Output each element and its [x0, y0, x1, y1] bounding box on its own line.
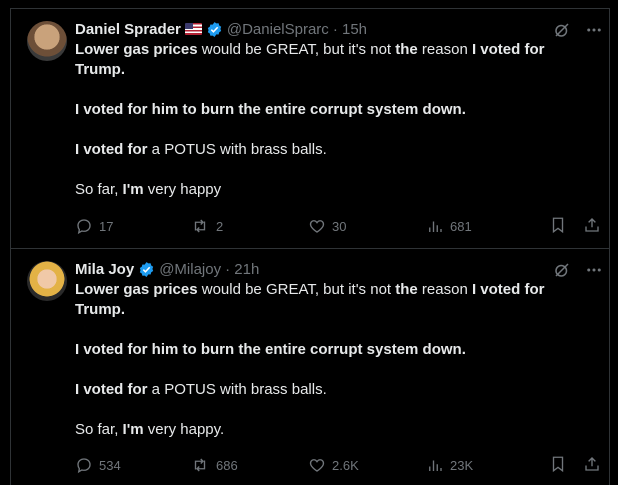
more-icon[interactable] [585, 261, 603, 279]
timeline: Daniel Sprader @DanielSprarc · 15h Lower… [10, 8, 610, 485]
author-name[interactable]: Mila Joy [75, 261, 134, 278]
views-icon [429, 460, 442, 471]
repost-button[interactable]: 2 [190, 217, 308, 235]
views-icon [429, 221, 442, 232]
author-name[interactable]: Daniel Sprader [75, 21, 181, 38]
action-bar: 534 686 2.6K 23K [75, 455, 601, 475]
post-text-line: So far, I'm very happy. [75, 420, 597, 440]
author-handle[interactable]: @Milajoy [159, 261, 221, 278]
post-text-line [75, 120, 597, 140]
like-count: 30 [332, 218, 347, 234]
repost-count: 686 [216, 457, 238, 473]
text-run: the [395, 281, 418, 298]
text-run: I'm [122, 421, 144, 438]
bookmark-icon[interactable] [549, 455, 567, 476]
share-icon[interactable] [583, 455, 601, 476]
like-icon [309, 459, 325, 472]
text-run: I voted for [75, 141, 148, 158]
post-time[interactable]: · 21h [225, 261, 259, 278]
text-run: I voted for [75, 381, 148, 398]
post-text-line [75, 80, 597, 100]
text-run: reason [417, 281, 472, 298]
post-text-line: Lower gas prices would be GREAT, but it'… [75, 280, 597, 320]
text-run: I voted for him to burn the entire corru… [75, 101, 466, 118]
repost-count: 2 [216, 218, 224, 234]
post-text-line: I voted for him to burn the entire corru… [75, 340, 597, 360]
text-run: Lower gas prices [75, 41, 198, 58]
post-text-line: Lower gas prices would be GREAT, but it'… [75, 40, 597, 80]
reply-button[interactable]: 534 [75, 456, 190, 474]
text-run: would be GREAT, but it's not [197, 281, 396, 298]
like-count: 2.6K [332, 457, 359, 473]
post-text-line: I voted for him to burn the entire corru… [75, 100, 597, 120]
avatar[interactable] [27, 261, 67, 301]
post-text-line: I voted for a POTUS with brass balls. [75, 140, 597, 160]
text-run: a POTUS with brass balls. [147, 381, 327, 398]
us-flag-icon [184, 23, 202, 35]
like-button[interactable]: 2.6K [308, 456, 426, 474]
reply-icon [77, 219, 91, 235]
grok-icon[interactable] [553, 21, 571, 39]
text-run: reason [417, 41, 472, 58]
post-header: Daniel Sprader @DanielSprarc · 15h [75, 19, 597, 39]
text-run: So far, [75, 421, 123, 438]
reply-button[interactable]: 17 [75, 217, 190, 235]
post-text: Lower gas prices would be GREAT, but it'… [75, 280, 597, 440]
like-icon [309, 220, 325, 233]
repost-button[interactable]: 686 [190, 456, 308, 474]
reply-icon [77, 458, 91, 474]
repost-icon [194, 458, 206, 472]
post-text: Lower gas prices would be GREAT, but it'… [75, 40, 597, 200]
views-button[interactable]: 23K [426, 456, 544, 474]
more-icon[interactable] [585, 21, 603, 39]
post-text-line [75, 400, 597, 420]
post-text-line [75, 320, 597, 340]
text-run: Lower gas prices [75, 281, 198, 298]
reply-count: 17 [99, 218, 114, 234]
text-run: I voted for him to burn the entire corru… [75, 341, 466, 358]
text-run: I'm [122, 181, 144, 198]
post[interactable]: Mila Joy @Milajoy · 21h Lower gas prices… [11, 249, 609, 485]
views-count: 23K [450, 457, 474, 473]
share-icon[interactable] [583, 216, 601, 237]
post-header: Mila Joy @Milajoy · 21h [75, 259, 597, 279]
post-text-line: So far, I'm very happy [75, 180, 597, 200]
action-bar: 17 2 30 681 [75, 216, 601, 236]
text-run: So far, [75, 181, 123, 198]
author-handle[interactable]: @DanielSprarc [227, 21, 329, 38]
text-run: the [395, 41, 418, 58]
text-run: very happy. [143, 421, 225, 438]
reply-count: 534 [99, 457, 121, 473]
post-text-line: I voted for a POTUS with brass balls. [75, 380, 597, 400]
text-run: very happy [143, 181, 222, 198]
post-text-line [75, 360, 597, 380]
avatar[interactable] [27, 21, 67, 61]
grok-icon[interactable] [553, 261, 571, 279]
post[interactable]: Daniel Sprader @DanielSprarc · 15h Lower… [11, 9, 609, 249]
views-count: 681 [450, 218, 472, 234]
verified-icon[interactable] [138, 261, 155, 278]
bookmark-icon[interactable] [549, 216, 567, 237]
post-time[interactable]: · 15h [333, 21, 367, 38]
post-text-line [75, 160, 597, 180]
verified-icon[interactable] [206, 21, 223, 38]
like-button[interactable]: 30 [308, 217, 426, 235]
text-run: a POTUS with brass balls. [147, 141, 327, 158]
repost-icon [194, 219, 206, 233]
text-run: would be GREAT, but it's not [197, 41, 396, 58]
views-button[interactable]: 681 [426, 217, 544, 235]
